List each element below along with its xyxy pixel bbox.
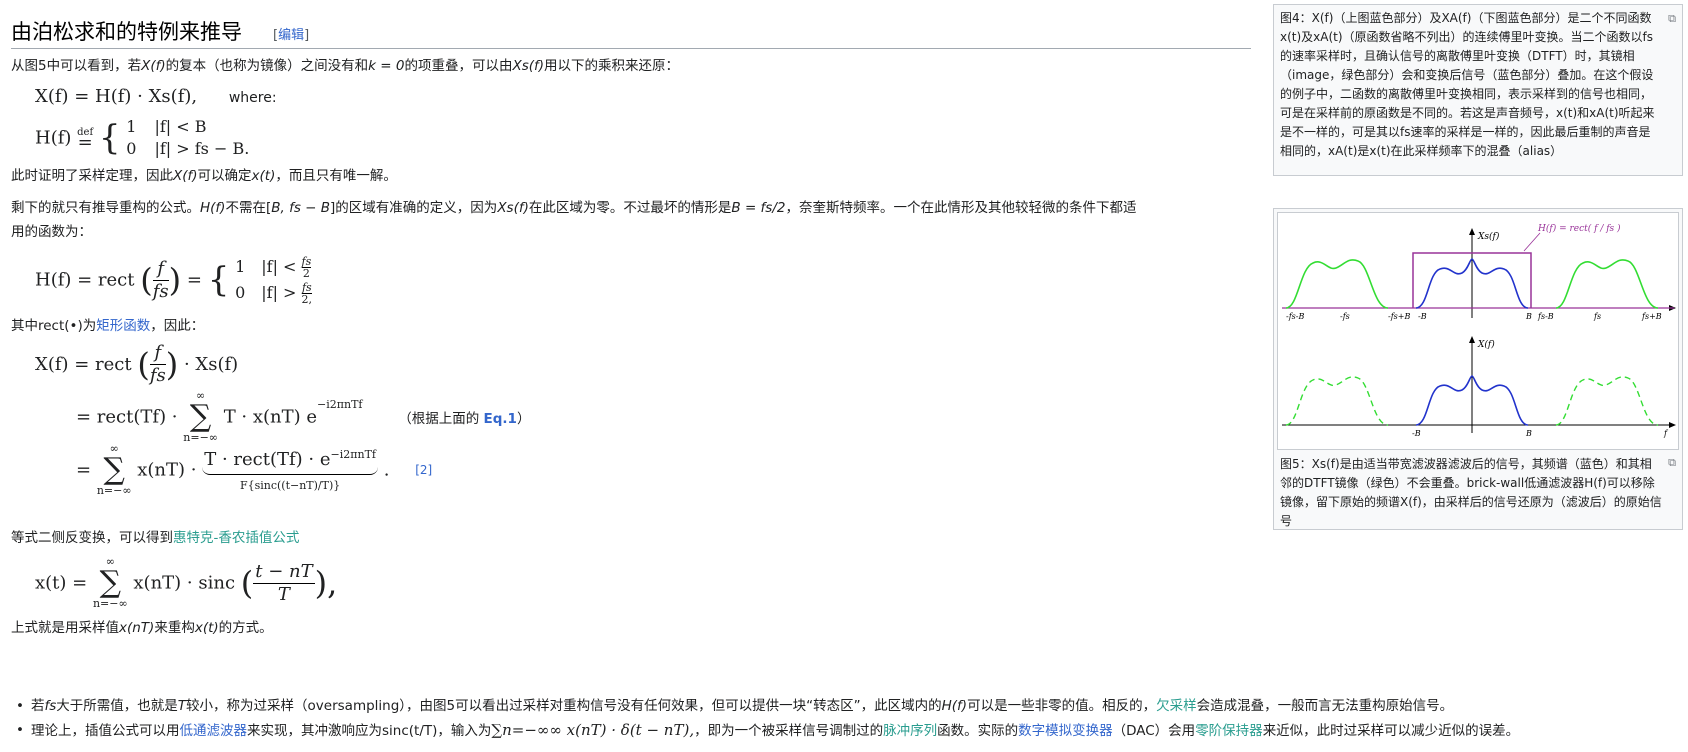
- equation-xf-line1: X(f) = rect (f fs) · Xs(f): [35, 342, 239, 386]
- figure-5-caption: 图5：Xs(f)是由适当带宽滤波器滤波后的信号，其频谱（蓝色）和其相邻的DTFT…: [1280, 457, 1662, 528]
- equation-xf-line3: = ∞ ∑ n=−∞ x(nT) · T · rect(Tf) · e−i2πnTf…: [76, 442, 433, 497]
- tick-label: fs+B: [1641, 312, 1662, 321]
- top-y-label: Xs(f): [1477, 231, 1500, 242]
- equation-interpolation: x(t) = ∞ ∑ n=−∞ x(nT) · sinc (t − nT T),: [35, 555, 338, 610]
- link-undersampling[interactable]: 欠采样: [1156, 698, 1197, 714]
- right-image-curve: [1555, 259, 1659, 309]
- hf-label: H(f) = rect( f / fs ): [1537, 223, 1621, 234]
- magnify-icon[interactable]: ⧉: [1668, 9, 1676, 28]
- equation-product: X(f) = H(f) · Xs(f), where:: [35, 86, 277, 107]
- notes-list: 若fs大于所需值，也就是T较小，称为过采样（oversampling），由图5可…: [11, 694, 1671, 743]
- tick-label: -fs+B: [1388, 312, 1410, 321]
- paragraph-intro: 从图5中可以看到，若X(f)的复本（也称为镜像）之间没有和k = 0的项重叠，可…: [11, 58, 680, 74]
- list-item: 理论上，插值公式可以用低通滤波器来实现，其冲激响应为sinc(t/T)，输入为∑…: [11, 718, 1671, 743]
- eq1-reference[interactable]: Eq.1: [484, 411, 517, 427]
- paragraph-rect-function: 其中rect(•)为矩形函数，因此：: [11, 318, 205, 334]
- edit-link[interactable]: 编辑: [278, 28, 304, 43]
- tick-label: -fs-B: [1286, 312, 1304, 321]
- link-lowpass-filter[interactable]: 低通滤波器: [180, 723, 248, 739]
- section-title: 由泊松求和的特例来推导: [11, 20, 242, 44]
- tick-label: B: [1525, 312, 1532, 321]
- f-axis-label: f: [1663, 429, 1669, 438]
- tick-label: fs: [1593, 312, 1601, 321]
- equation-rect-filter: H(f) = rect (f fs) = { 1 |f| < fs 2 0 |f| > …: [35, 255, 313, 306]
- link-rect-function[interactable]: 矩形函数: [96, 318, 150, 334]
- link-impulse-train[interactable]: 脉冲序列: [883, 723, 937, 739]
- link-dac[interactable]: 数字模拟变换器: [1018, 723, 1113, 739]
- tick-label: B: [1525, 429, 1532, 438]
- figure-5-plot[interactable]: Xs(f) H(f) = rect( f / fs ) -fs-B -fs -f…: [1277, 212, 1679, 450]
- equation-xf-line2: = rect(Tf) · ∞ ∑ n=−∞ T · x(nT) e−i2πnTf （…: [76, 389, 531, 444]
- tick-label: -B: [1418, 312, 1427, 321]
- list-item: 若fs大于所需值，也就是T较小，称为过采样（oversampling），由图5可…: [11, 694, 1671, 718]
- paragraph-reconstruction: 剩下的就只有推导重构的公式。H(f)不需在[B, fs − B]的区域有准确的定…: [11, 200, 1137, 240]
- citation-2[interactable]: [2]: [415, 463, 432, 477]
- tick-label: -B: [1412, 429, 1421, 438]
- right-dashed-image: [1555, 376, 1659, 426]
- figure-4-caption: 图4：X(f)（上图蓝色部分）及XA(f)（下图蓝色部分）是二个不同函数x(t)…: [1280, 11, 1655, 158]
- bottom-y-label: X(f): [1477, 339, 1495, 350]
- link-zero-order-hold[interactable]: 零阶保持器: [1195, 723, 1263, 739]
- equation-hf-definition: H(f) def = { 1 |f| < B 0 |f| > fs − B.: [35, 117, 250, 158]
- paragraph-reconstruction-method: 上式就是用采样值x(nT)来重构x(t)的方式。: [11, 620, 273, 636]
- paragraph-theorem-proof: 此时证明了采样定理，因此X(f)可以确定x(t)，而且只有唯一解。: [11, 168, 397, 184]
- left-dashed-image: [1285, 376, 1389, 426]
- link-whittaker-shannon[interactable]: 惠特克-香农插值公式: [173, 530, 299, 546]
- figure-4-box: ⧉ 图4：X(f)（上图蓝色部分）及XA(f)（下图蓝色部分）是二个不同函数x(…: [1273, 4, 1683, 176]
- section-heading: 由泊松求和的特例来推导 [编辑]: [11, 14, 1251, 49]
- magnify-icon[interactable]: ⧉: [1668, 453, 1676, 472]
- paragraph-inverse-transform: 等式二侧反变换，可以得到惠特克-香农插值公式: [11, 530, 300, 546]
- spectrum-diagram: Xs(f) H(f) = rect( f / fs ) -fs-B -fs -f…: [1282, 223, 1676, 438]
- edit-section: [编辑]: [273, 28, 310, 43]
- tick-label: fs-B: [1537, 312, 1554, 321]
- figure-5-box: Xs(f) H(f) = rect( f / fs ) -fs-B -fs -f…: [1273, 208, 1683, 530]
- left-image-curve: [1285, 259, 1389, 309]
- tick-label: -fs: [1340, 312, 1350, 321]
